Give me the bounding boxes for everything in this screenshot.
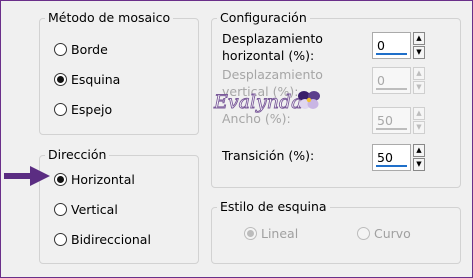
spin-up-icon[interactable]: ▲ — [413, 107, 425, 120]
spin-up-icon[interactable]: ▲ — [413, 32, 425, 45]
watermark-logo: Evalynda — [213, 91, 320, 113]
radio-label: Horizontal — [71, 171, 135, 187]
config-title: Configuración — [217, 10, 310, 26]
radio-label: Curvo — [374, 225, 411, 241]
corner-style-title: Estilo de esquina — [217, 199, 330, 215]
radio-label: Espejo — [71, 101, 113, 117]
h-offset-label-line1: Desplazamiento — [222, 31, 323, 46]
pointer-arrow-icon — [4, 166, 50, 186]
radio-vertical[interactable]: Vertical — [54, 199, 118, 219]
radio-espejo[interactable]: Espejo — [54, 99, 112, 119]
radio-borde[interactable]: Borde — [54, 39, 108, 59]
radio-esquina[interactable]: Esquina — [54, 69, 120, 89]
spin-up-icon[interactable]: ▲ — [413, 67, 425, 80]
radio-label: Vertical — [71, 201, 118, 217]
h-offset-input[interactable]: 0 — [372, 32, 411, 59]
v-offset-input[interactable]: 0 — [372, 67, 411, 94]
radio-bidireccional[interactable]: Bidireccional — [54, 229, 151, 249]
radio-horizontal[interactable]: Horizontal — [54, 169, 135, 189]
radio-curvo[interactable]: Curvo — [357, 223, 411, 243]
spin-down-icon[interactable]: ▼ — [413, 81, 425, 94]
transition-input[interactable]: 50 — [372, 144, 411, 171]
svg-text:Evalynda: Evalynda — [213, 91, 302, 113]
spin-down-icon[interactable]: ▼ — [413, 158, 425, 171]
radio-circle[interactable] — [54, 172, 67, 186]
radio-label: Esquina — [71, 71, 121, 87]
radio-circle[interactable] — [54, 202, 67, 216]
transition-label: Transición (%): — [222, 148, 315, 163]
radio-circle[interactable] — [357, 226, 370, 240]
radio-circle[interactable] — [54, 232, 67, 246]
width-input[interactable]: 50 — [372, 107, 411, 134]
radio-circle[interactable] — [244, 226, 257, 240]
radio-label: Lineal — [261, 225, 299, 241]
h-offset-label-line2: horizontal (%): — [222, 48, 315, 63]
radio-circle[interactable] — [54, 102, 67, 116]
radio-label: Bidireccional — [71, 231, 151, 247]
spin-down-icon[interactable]: ▼ — [413, 121, 425, 134]
direction-title: Dirección — [45, 147, 110, 163]
radio-lineal[interactable]: Lineal — [244, 223, 298, 243]
spin-up-icon[interactable]: ▲ — [413, 144, 425, 157]
radio-label: Borde — [71, 41, 108, 57]
spin-down-icon[interactable]: ▼ — [413, 46, 425, 59]
radio-circle[interactable] — [54, 42, 67, 56]
tile-method-title: Método de mosaico — [45, 10, 174, 26]
radio-circle[interactable] — [54, 72, 67, 86]
v-offset-label-line1: Desplazamiento — [222, 67, 323, 82]
